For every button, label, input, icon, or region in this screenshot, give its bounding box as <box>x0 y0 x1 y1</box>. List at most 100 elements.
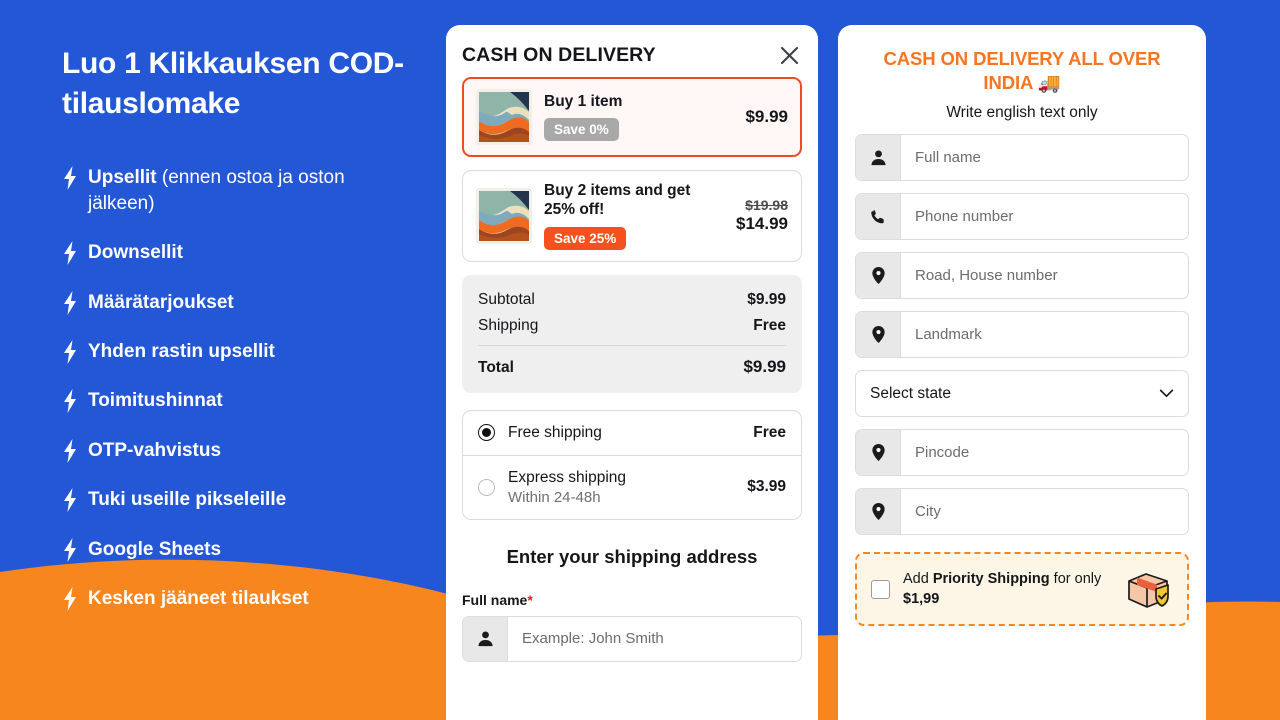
list-item: Yhden rastin upsellit <box>62 339 428 364</box>
form-city-group[interactable]: City <box>855 488 1189 536</box>
list-item: Upsellit (ennen ostoa ja oston jälkeen) <box>62 165 428 216</box>
feature-label: OTP-vahvistus <box>88 439 222 461</box>
form-road-input[interactable]: Road, House number <box>901 253 1188 298</box>
priority-shipping-checkbox[interactable] <box>871 579 890 599</box>
summary-label: Total <box>478 358 514 376</box>
list-item: Tuki useille pikseleille <box>62 487 428 513</box>
phone-icon <box>856 194 901 240</box>
list-item: Toimitushinnat <box>62 388 428 414</box>
bolt-icon <box>64 537 76 562</box>
shipping-option-name: Express shipping <box>508 468 627 486</box>
product-thumbnail <box>476 89 532 145</box>
close-icon[interactable] <box>776 42 802 68</box>
feature-label: Downsellit <box>88 242 184 264</box>
offer-price: $9.99 <box>745 107 788 126</box>
cod-form-panel: CASH ON DELIVERY ALL OVER INDIA 🚚 Write … <box>838 25 1206 720</box>
priority-bold-2: $1,99 <box>903 591 940 608</box>
save-badge: Save 25% <box>544 226 627 250</box>
offer-new-price: $14.99 <box>736 214 788 234</box>
priority-middle: for only <box>1049 571 1102 588</box>
priority-prefix: Add <box>903 571 933 588</box>
offer-option-1[interactable]: Buy 1 item Save 0% $9.99 <box>462 77 802 157</box>
shipping-option-price: $3.99 <box>747 478 786 496</box>
fullname-label-text: Full name <box>462 591 528 608</box>
location-pin-icon <box>856 430 901 476</box>
required-mark: * <box>527 591 533 608</box>
offer-body: Buy 1 item Save 0% <box>544 93 733 142</box>
priority-shipping-upsell[interactable]: Add Priority Shipping for only $1,99 <box>855 552 1189 627</box>
summary-row-shipping: Shipping Free <box>478 313 786 339</box>
bolt-icon <box>64 587 76 612</box>
offer-option-2[interactable]: Buy 2 items and get 25% off! Save 25% $1… <box>462 170 802 262</box>
form-fullname-input[interactable]: Full name <box>901 135 1188 180</box>
cart-drawer: CASH ON DELIVERY Buy 1 item Save 0% $9.9… <box>446 25 818 720</box>
form-title: CASH ON DELIVERY ALL OVER INDIA 🚚 <box>883 48 1161 93</box>
radio-button[interactable] <box>478 424 495 442</box>
bolt-icon <box>64 241 76 266</box>
summary-row-subtotal: Subtotal $9.99 <box>478 287 786 313</box>
radio-button[interactable] <box>478 478 495 496</box>
list-item: Google Sheets <box>62 537 428 562</box>
priority-bold-1: Priority Shipping <box>932 571 1050 588</box>
offer-old-price: $19.98 <box>745 197 788 214</box>
form-phone-group[interactable]: Phone number <box>855 193 1189 241</box>
list-item: Downsellit <box>62 240 428 266</box>
offer-price: $19.98 $14.99 <box>736 197 788 234</box>
feature-label: Toimitushinnat <box>88 390 223 412</box>
bolt-icon <box>64 290 76 315</box>
feature-label: Tuki useille pikseleille <box>88 489 287 511</box>
person-icon <box>856 135 901 181</box>
offer-body: Buy 2 items and get 25% off! Save 25% <box>544 182 724 250</box>
bolt-icon <box>64 389 76 414</box>
bolt-icon <box>64 488 76 513</box>
feature-label: Google Sheets <box>88 538 222 560</box>
summary-value: Free <box>753 316 786 334</box>
state-select-value: Select state <box>870 384 951 402</box>
form-landmark-group[interactable]: Landmark <box>855 311 1189 359</box>
shipping-option-free[interactable]: Free shipping Free <box>463 411 801 455</box>
fullname-field-label: Full name* <box>462 592 802 608</box>
form-subtitle: Write english text only <box>946 104 1098 122</box>
location-pin-icon <box>856 489 901 535</box>
promo-panel: Luo 1 Klikkauksen COD-tilauslomake Upsel… <box>0 0 446 720</box>
feature-label: Yhden rastin upsellit <box>88 341 275 362</box>
shipping-option-body: Free shipping <box>508 424 740 442</box>
form-landmark-input[interactable]: Landmark <box>901 312 1188 357</box>
bolt-icon <box>64 340 76 364</box>
summary-label: Shipping <box>478 316 539 334</box>
state-select[interactable]: Select state <box>855 370 1189 418</box>
shipping-option-name: Free shipping <box>508 423 602 441</box>
feature-label: Upsellit (ennen ostoa ja oston jälkeen) <box>88 167 345 214</box>
summary-label: Subtotal <box>478 290 535 308</box>
shipping-option-price: Free <box>753 423 786 441</box>
cart-header: CASH ON DELIVERY <box>462 25 802 77</box>
list-item: Määrätarjoukset <box>62 290 428 315</box>
shipping-method-group: Free shipping Free Express shipping With… <box>462 409 802 520</box>
fullname-input-group[interactable]: Example: John Smith <box>462 615 802 662</box>
feature-list: Upsellit (ennen ostoa ja oston jälkeen) … <box>62 165 428 612</box>
form-pincode-input[interactable]: Pincode <box>901 430 1188 475</box>
save-badge: Save 0% <box>544 118 619 142</box>
form-fullname-group[interactable]: Full name <box>855 134 1189 182</box>
location-pin-icon <box>856 312 901 358</box>
feature-label: Kesken jääneet tilaukset <box>88 588 309 610</box>
cart-title: CASH ON DELIVERY <box>462 43 656 66</box>
form-pincode-group[interactable]: Pincode <box>855 429 1189 477</box>
form-city-input[interactable]: City <box>901 489 1188 534</box>
form-phone-input[interactable]: Phone number <box>901 194 1188 239</box>
offer-name: Buy 2 items and get 25% off! <box>544 182 691 218</box>
address-section-title: Enter your shipping address <box>506 545 758 567</box>
shipping-option-body: Express shipping Within 24-48h <box>508 469 734 506</box>
summary-value: $9.99 <box>747 290 786 308</box>
priority-shipping-label: Add Priority Shipping for only $1,99 <box>903 569 1110 609</box>
person-icon <box>463 616 508 661</box>
bolt-icon <box>64 166 76 191</box>
list-item: OTP-vahvistus <box>62 438 428 463</box>
form-road-group[interactable]: Road, House number <box>855 252 1189 300</box>
shipping-option-express[interactable]: Express shipping Within 24-48h $3.99 <box>463 454 801 519</box>
chevron-down-icon <box>1159 389 1174 398</box>
location-pin-icon <box>856 253 901 299</box>
fullname-input[interactable]: Example: John Smith <box>508 617 801 661</box>
summary-row-total: Total $9.99 <box>478 344 786 381</box>
page-title: Luo 1 Klikkauksen COD-tilauslomake <box>62 47 404 120</box>
